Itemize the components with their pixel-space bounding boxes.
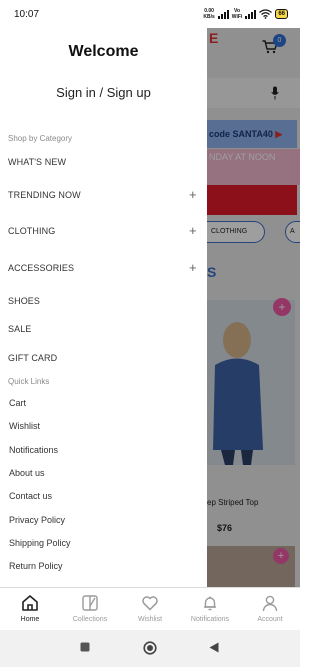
promo-banner-red[interactable] xyxy=(207,185,297,215)
quick-link-shipping-policy[interactable]: Shipping Policy xyxy=(9,538,71,548)
navigation-drawer: Welcome Sign in / Sign up Shop by Catego… xyxy=(0,28,207,587)
nav-label: Collections xyxy=(72,616,108,623)
bg-search-bar[interactable] xyxy=(207,78,300,108)
expand-plus-icon[interactable]: + xyxy=(189,224,197,237)
promo-banner-day[interactable]: NDAY AT NOON xyxy=(207,149,300,185)
nav-label: Account xyxy=(257,616,283,623)
background-app: E 0 code SANTA40 ▶ NDAY AT NOON CLOTHING… xyxy=(207,28,300,587)
quick-link-cart[interactable]: Cart xyxy=(9,398,26,408)
category-accessories[interactable]: ACCESSORIES + xyxy=(0,258,207,278)
home-button-icon[interactable] xyxy=(143,641,157,655)
cell-signal-icon-2 xyxy=(245,9,257,19)
nav-account[interactable]: Account xyxy=(240,594,300,623)
chip-clothing[interactable]: CLOTHING xyxy=(207,221,265,243)
category-whats-new[interactable]: WHAT'S NEW xyxy=(0,152,207,172)
category-label: GIFT CARD xyxy=(8,353,58,363)
network-speed-unit: KB/s xyxy=(203,14,215,20)
bg-section-fragment: S xyxy=(207,264,217,280)
collections-icon xyxy=(82,595,98,611)
shop-by-category-label: Shop by Category xyxy=(8,134,73,143)
recents-icon[interactable] xyxy=(80,642,90,652)
status-icons: 0.00 KB/s Vo WiFi 66 xyxy=(203,8,288,20)
back-icon[interactable] xyxy=(209,642,219,653)
network-speed: 0.00 KB/s xyxy=(203,8,214,20)
category-shoes[interactable]: SHOES xyxy=(0,291,207,311)
quick-link-return-policy[interactable]: Return Policy xyxy=(9,561,63,571)
cell-signal-icon xyxy=(217,9,229,19)
status-bar: 10:07 0.00 KB/s Vo WiFi 66 xyxy=(0,0,300,28)
add-to-wishlist-button[interactable]: + xyxy=(273,298,291,316)
category-label: WHAT'S NEW xyxy=(8,157,67,167)
category-label: SHOES xyxy=(8,296,41,306)
quick-link-wishlist[interactable]: Wishlist xyxy=(9,421,40,431)
home-icon xyxy=(22,595,38,611)
promo-banner-code[interactable]: code SANTA40 ▶ xyxy=(207,120,297,148)
nav-home[interactable]: Home xyxy=(0,594,60,623)
wifi-calling-label: WiFi xyxy=(231,14,243,20)
nav-notifications[interactable]: Notifications xyxy=(180,594,240,623)
heart-icon xyxy=(142,596,158,611)
category-label: TRENDING NOW xyxy=(8,190,81,200)
nav-label: Notifications xyxy=(190,616,230,623)
product-name[interactable]: ep Striped Top xyxy=(207,498,258,507)
drawer-title: Welcome xyxy=(68,43,139,60)
expand-plus-icon[interactable]: + xyxy=(189,188,197,201)
quick-link-contact-us[interactable]: Contact us xyxy=(9,491,52,501)
quick-link-privacy-policy[interactable]: Privacy Policy xyxy=(9,515,65,525)
add-to-wishlist-button-2[interactable]: + xyxy=(273,548,289,564)
promo-day-text: NDAY AT NOON xyxy=(209,152,276,162)
expand-plus-icon[interactable]: + xyxy=(189,261,197,274)
category-gift-card[interactable]: GIFT CARD xyxy=(0,348,207,368)
cart-badge: 0 xyxy=(273,34,286,47)
nav-label: Home xyxy=(20,616,40,623)
category-label: SALE xyxy=(8,324,32,334)
nav-label: Wishlist xyxy=(137,616,163,623)
category-label: ACCESSORIES xyxy=(8,263,75,273)
wifi-icon xyxy=(259,9,273,19)
nav-collections[interactable]: Collections xyxy=(60,594,120,623)
system-navigation-bar xyxy=(0,630,300,667)
bottom-navigation: Home Collections Wishlist Notifications … xyxy=(0,587,300,630)
product-photo xyxy=(207,300,295,465)
status-time: 10:07 xyxy=(14,9,40,20)
quick-link-notifications[interactable]: Notifications xyxy=(9,445,58,455)
category-sale[interactable]: SALE xyxy=(0,319,207,339)
nav-wishlist[interactable]: Wishlist xyxy=(120,594,180,623)
quick-links-label: Quick Links xyxy=(8,377,50,386)
battery-icon: 66 xyxy=(275,9,288,19)
bell-icon xyxy=(204,596,216,611)
chip-second[interactable]: A xyxy=(285,221,300,243)
mic-icon[interactable] xyxy=(271,86,279,100)
promo-code-text: code SANTA40 xyxy=(209,129,273,139)
volte-indicator: Vo WiFi xyxy=(232,8,243,20)
sign-in-link[interactable]: Sign in / Sign up xyxy=(0,85,207,100)
category-clothing[interactable]: CLOTHING + xyxy=(0,221,207,241)
product-image[interactable] xyxy=(207,300,295,465)
product-price: $76 xyxy=(217,523,233,533)
category-label: CLOTHING xyxy=(8,226,56,236)
person-icon xyxy=(262,595,278,612)
bg-logo-fragment: E xyxy=(209,30,219,46)
category-trending-now[interactable]: TRENDING NOW + xyxy=(0,185,207,205)
quick-link-about-us[interactable]: About us xyxy=(9,468,45,478)
